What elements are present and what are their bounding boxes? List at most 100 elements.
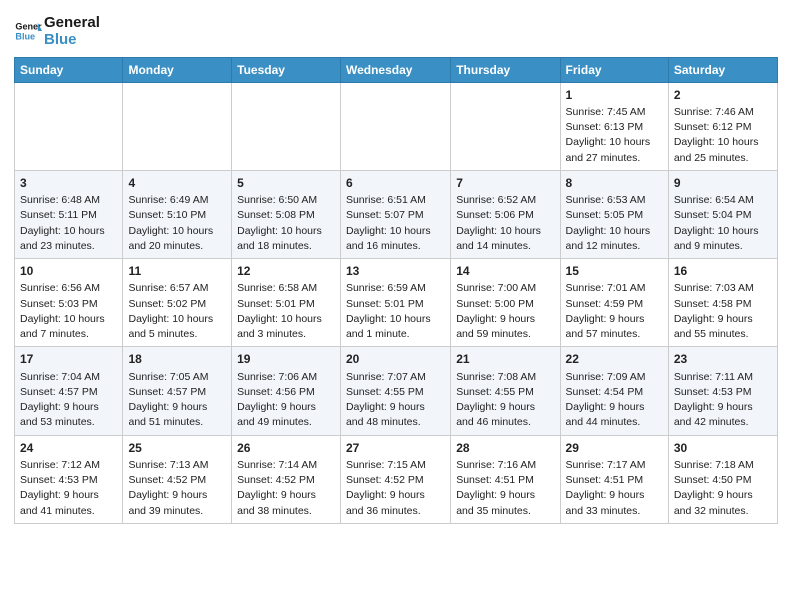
day-info-line: Sunrise: 7:15 AM	[346, 458, 445, 473]
calendar-cell: 15Sunrise: 7:01 AMSunset: 4:59 PMDayligh…	[560, 259, 668, 347]
day-info-line: Sunrise: 7:06 AM	[237, 370, 335, 385]
svg-text:Blue: Blue	[15, 32, 35, 42]
day-info-line: Sunset: 4:52 PM	[128, 473, 226, 488]
day-info-line: Daylight: 9 hours	[566, 312, 663, 327]
calendar-cell: 25Sunrise: 7:13 AMSunset: 4:52 PMDayligh…	[123, 435, 232, 523]
day-info-line: Daylight: 9 hours	[346, 400, 445, 415]
weekday-header-thursday: Thursday	[451, 57, 560, 82]
day-info-line: and 59 minutes.	[456, 327, 554, 342]
calendar-cell: 7Sunrise: 6:52 AMSunset: 5:06 PMDaylight…	[451, 170, 560, 258]
weekday-header-tuesday: Tuesday	[232, 57, 341, 82]
calendar-cell: 27Sunrise: 7:15 AMSunset: 4:52 PMDayligh…	[340, 435, 450, 523]
day-info-line: and 44 minutes.	[566, 415, 663, 430]
day-info-line: Sunset: 4:53 PM	[20, 473, 117, 488]
calendar-cell	[340, 82, 450, 170]
calendar-cell	[451, 82, 560, 170]
calendar: SundayMondayTuesdayWednesdayThursdayFrid…	[14, 57, 778, 524]
day-info-line: Daylight: 9 hours	[20, 400, 117, 415]
day-info-line: Sunrise: 7:14 AM	[237, 458, 335, 473]
day-info-line: Sunset: 5:02 PM	[128, 297, 226, 312]
day-info-line: Sunset: 5:01 PM	[237, 297, 335, 312]
calendar-cell	[123, 82, 232, 170]
calendar-cell: 13Sunrise: 6:59 AMSunset: 5:01 PMDayligh…	[340, 259, 450, 347]
day-info-line: Sunset: 4:53 PM	[674, 385, 772, 400]
day-info-line: Daylight: 9 hours	[20, 488, 117, 503]
day-info-line: Sunrise: 6:50 AM	[237, 193, 335, 208]
day-number: 16	[674, 263, 772, 280]
day-number: 26	[237, 440, 335, 457]
day-info-line: Daylight: 10 hours	[20, 224, 117, 239]
day-info-line: Daylight: 9 hours	[456, 400, 554, 415]
day-info-line: and 35 minutes.	[456, 504, 554, 519]
day-info-line: Daylight: 9 hours	[237, 400, 335, 415]
day-info-line: Sunrise: 7:07 AM	[346, 370, 445, 385]
day-number: 14	[456, 263, 554, 280]
day-info-line: Sunset: 4:55 PM	[456, 385, 554, 400]
day-info-line: and 20 minutes.	[128, 239, 226, 254]
day-info-line: and 23 minutes.	[20, 239, 117, 254]
day-info-line: Daylight: 10 hours	[566, 135, 663, 150]
day-info-line: Daylight: 10 hours	[346, 312, 445, 327]
day-info-line: Sunset: 4:50 PM	[674, 473, 772, 488]
weekday-header-friday: Friday	[560, 57, 668, 82]
day-info-line: and 42 minutes.	[674, 415, 772, 430]
calendar-cell: 29Sunrise: 7:17 AMSunset: 4:51 PMDayligh…	[560, 435, 668, 523]
calendar-cell: 28Sunrise: 7:16 AMSunset: 4:51 PMDayligh…	[451, 435, 560, 523]
day-info-line: Sunset: 5:06 PM	[456, 208, 554, 223]
calendar-cell: 6Sunrise: 6:51 AMSunset: 5:07 PMDaylight…	[340, 170, 450, 258]
day-info-line: Sunrise: 7:09 AM	[566, 370, 663, 385]
day-number: 2	[674, 87, 772, 104]
calendar-cell: 18Sunrise: 7:05 AMSunset: 4:57 PMDayligh…	[123, 347, 232, 435]
day-info-line: and 18 minutes.	[237, 239, 335, 254]
calendar-cell: 16Sunrise: 7:03 AMSunset: 4:58 PMDayligh…	[668, 259, 777, 347]
day-info-line: and 53 minutes.	[20, 415, 117, 430]
calendar-cell: 22Sunrise: 7:09 AMSunset: 4:54 PMDayligh…	[560, 347, 668, 435]
day-info-line: Sunset: 4:57 PM	[128, 385, 226, 400]
day-number: 3	[20, 175, 117, 192]
day-number: 27	[346, 440, 445, 457]
day-number: 23	[674, 351, 772, 368]
day-info-line: Daylight: 9 hours	[128, 400, 226, 415]
day-number: 28	[456, 440, 554, 457]
day-info-line: Sunrise: 7:46 AM	[674, 105, 772, 120]
day-info-line: and 49 minutes.	[237, 415, 335, 430]
day-number: 19	[237, 351, 335, 368]
day-number: 21	[456, 351, 554, 368]
day-info-line: Sunset: 6:12 PM	[674, 120, 772, 135]
weekday-header-saturday: Saturday	[668, 57, 777, 82]
day-info-line: Sunrise: 7:12 AM	[20, 458, 117, 473]
day-info-line: Daylight: 10 hours	[237, 224, 335, 239]
calendar-cell: 12Sunrise: 6:58 AMSunset: 5:01 PMDayligh…	[232, 259, 341, 347]
day-info-line: Sunset: 5:04 PM	[674, 208, 772, 223]
calendar-cell: 23Sunrise: 7:11 AMSunset: 4:53 PMDayligh…	[668, 347, 777, 435]
day-number: 25	[128, 440, 226, 457]
logo-icon: General Blue	[14, 17, 42, 45]
day-info-line: Daylight: 9 hours	[456, 488, 554, 503]
day-info-line: Sunset: 4:51 PM	[566, 473, 663, 488]
day-number: 6	[346, 175, 445, 192]
day-info-line: Sunrise: 6:58 AM	[237, 281, 335, 296]
day-info-line: Sunrise: 7:01 AM	[566, 281, 663, 296]
day-info-line: and 57 minutes.	[566, 327, 663, 342]
day-info-line: Sunset: 4:55 PM	[346, 385, 445, 400]
day-info-line: and 1 minute.	[346, 327, 445, 342]
day-info-line: Sunrise: 7:00 AM	[456, 281, 554, 296]
day-info-line: Sunrise: 6:57 AM	[128, 281, 226, 296]
calendar-cell	[15, 82, 123, 170]
day-number: 8	[566, 175, 663, 192]
day-info-line: and 25 minutes.	[674, 151, 772, 166]
day-number: 30	[674, 440, 772, 457]
day-info-line: and 46 minutes.	[456, 415, 554, 430]
day-number: 1	[566, 87, 663, 104]
day-info-line: Sunrise: 6:51 AM	[346, 193, 445, 208]
day-info-line: Sunrise: 6:48 AM	[20, 193, 117, 208]
day-info-line: Daylight: 9 hours	[237, 488, 335, 503]
day-number: 13	[346, 263, 445, 280]
day-info-line: Sunset: 6:13 PM	[566, 120, 663, 135]
calendar-cell: 26Sunrise: 7:14 AMSunset: 4:52 PMDayligh…	[232, 435, 341, 523]
day-info-line: Daylight: 9 hours	[566, 400, 663, 415]
day-info-line: Sunset: 5:00 PM	[456, 297, 554, 312]
day-info-line: Daylight: 10 hours	[346, 224, 445, 239]
day-info-line: Daylight: 9 hours	[346, 488, 445, 503]
day-info-line: and 48 minutes.	[346, 415, 445, 430]
